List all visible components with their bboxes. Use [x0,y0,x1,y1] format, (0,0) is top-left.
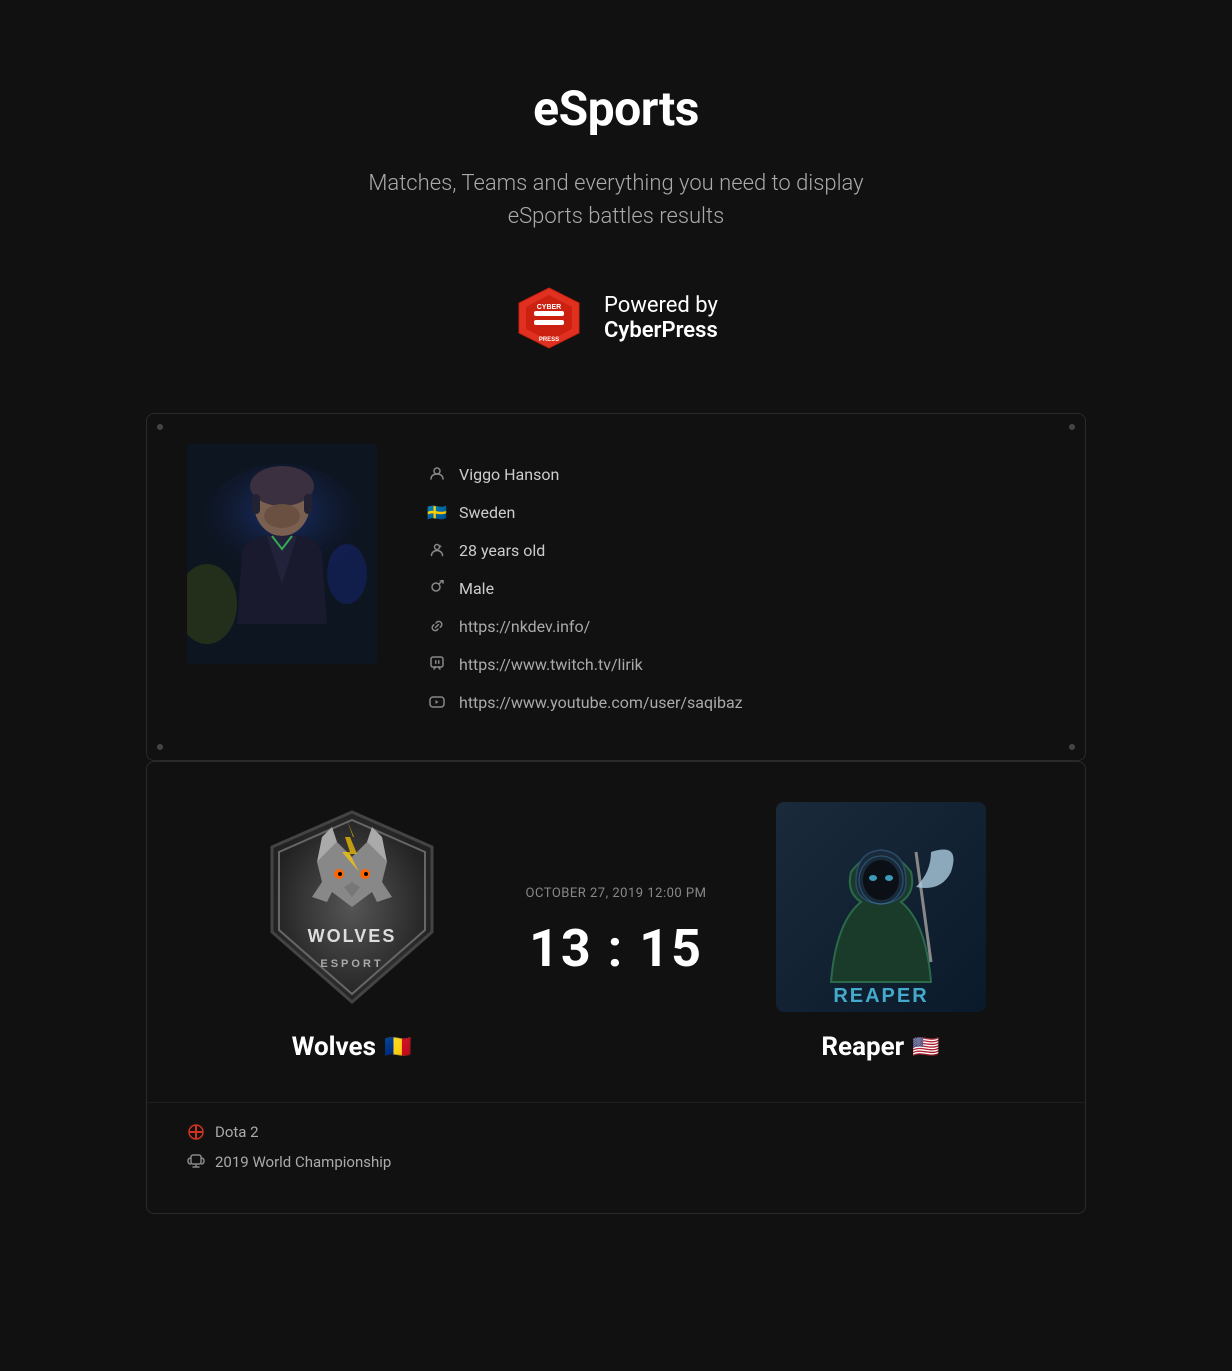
match-datetime: OCTOBER 27, 2019 12:00 PM [516,885,716,903]
team1-name-display: Wolves 🇷🇴 [292,1032,412,1062]
team2-name: Reaper [821,1032,904,1062]
team2-name-display: Reaper 🇺🇸 [821,1032,939,1062]
corner-decoration [1069,744,1075,750]
flag-icon: 🇸🇪 [427,502,447,522]
player-name: Viggo Hanson [459,465,559,484]
corner-decoration [1069,424,1075,430]
age-icon [427,540,447,560]
link-icon [427,616,447,636]
svg-text:PRESS: PRESS [539,337,559,343]
player-country: Sweden [459,503,515,522]
corner-decoration [157,424,163,430]
hero-subtitle: Matches, Teams and everything you need t… [356,167,876,233]
wolves-logo-svg: WOLVES ESPORT [247,802,457,1012]
hero-section: eSports Matches, Teams and everything yo… [0,0,1232,413]
gender-icon [427,578,447,598]
player-website-row: https://nkdev.info/ [427,616,1045,636]
trophy-icon [187,1153,205,1171]
match-game-row: Dota 2 [187,1123,1045,1141]
player-info-panel: Viggo Hanson 🇸🇪 Sweden 28 years old [427,444,1045,730]
player-youtube-row: https://www.youtube.com/user/saqibaz [427,692,1045,712]
powered-by-label: Powered by [604,293,718,318]
player-card: Viggo Hanson 🇸🇪 Sweden 28 years old [146,413,1086,761]
svg-text:ESPORT: ESPORT [320,958,383,970]
player-twitch-link[interactable]: https://www.twitch.tv/lirik [459,655,643,674]
powered-by-block: CYBER PRESS Powered by CyberPress [20,283,1212,353]
svg-text:CYBER: CYBER [537,304,562,311]
team1-side: WOLVES ESPORT Wolves 🇷🇴 [207,802,496,1062]
powered-by-text: Powered by CyberPress [604,293,718,343]
player-card-inner: Viggo Hanson 🇸🇪 Sweden 28 years old [147,414,1085,760]
team2-side: REAPER Reaper 🇺🇸 [736,802,1025,1062]
powered-by-brand: CyberPress [604,318,718,343]
team1-flag: 🇷🇴 [384,1035,411,1060]
game-icon [187,1123,205,1141]
player-gender-row: Male [427,578,1045,598]
user-icon [427,464,447,484]
team2-flag: 🇺🇸 [912,1035,939,1060]
player-name-row: Viggo Hanson [427,464,1045,484]
player-twitch-row: https://www.twitch.tv/lirik [427,654,1045,674]
team2-logo: REAPER [776,802,986,1012]
youtube-icon [427,692,447,712]
player-age: 28 years old [459,541,545,560]
cyberpress-logo-icon: CYBER PRESS [514,283,584,353]
player-avatar [187,444,377,664]
player-country-row: 🇸🇪 Sweden [427,502,1045,522]
player-gender: Male [459,579,494,598]
sweden-flag: 🇸🇪 [427,503,447,522]
twitch-icon [427,654,447,674]
match-main-panel: WOLVES ESPORT Wolves 🇷🇴 OCTOBER 27, 2019… [147,762,1085,1102]
player-age-row: 28 years old [427,540,1045,560]
match-game: Dota 2 [215,1123,259,1141]
svg-text:WOLVES: WOLVES [307,926,396,946]
match-card: WOLVES ESPORT Wolves 🇷🇴 OCTOBER 27, 2019… [146,761,1086,1214]
reaper-logo-svg: REAPER [776,802,986,1012]
corner-decoration [157,744,163,750]
match-center-panel: OCTOBER 27, 2019 12:00 PM 13 : 15 [516,885,716,979]
match-tournament-row: 2019 World Championship [187,1153,1045,1171]
page-title: eSports [20,80,1212,137]
match-footer: Dota 2 2019 World Championship [147,1102,1085,1213]
team1-logo: WOLVES ESPORT [247,802,457,1012]
player-website-link[interactable]: https://nkdev.info/ [459,617,590,636]
player-youtube-link[interactable]: https://www.youtube.com/user/saqibaz [459,693,743,712]
team1-name: Wolves [292,1032,376,1062]
match-tournament: 2019 World Championship [215,1153,391,1171]
match-score: 13 : 15 [516,918,716,979]
svg-text:REAPER: REAPER [833,985,928,1007]
